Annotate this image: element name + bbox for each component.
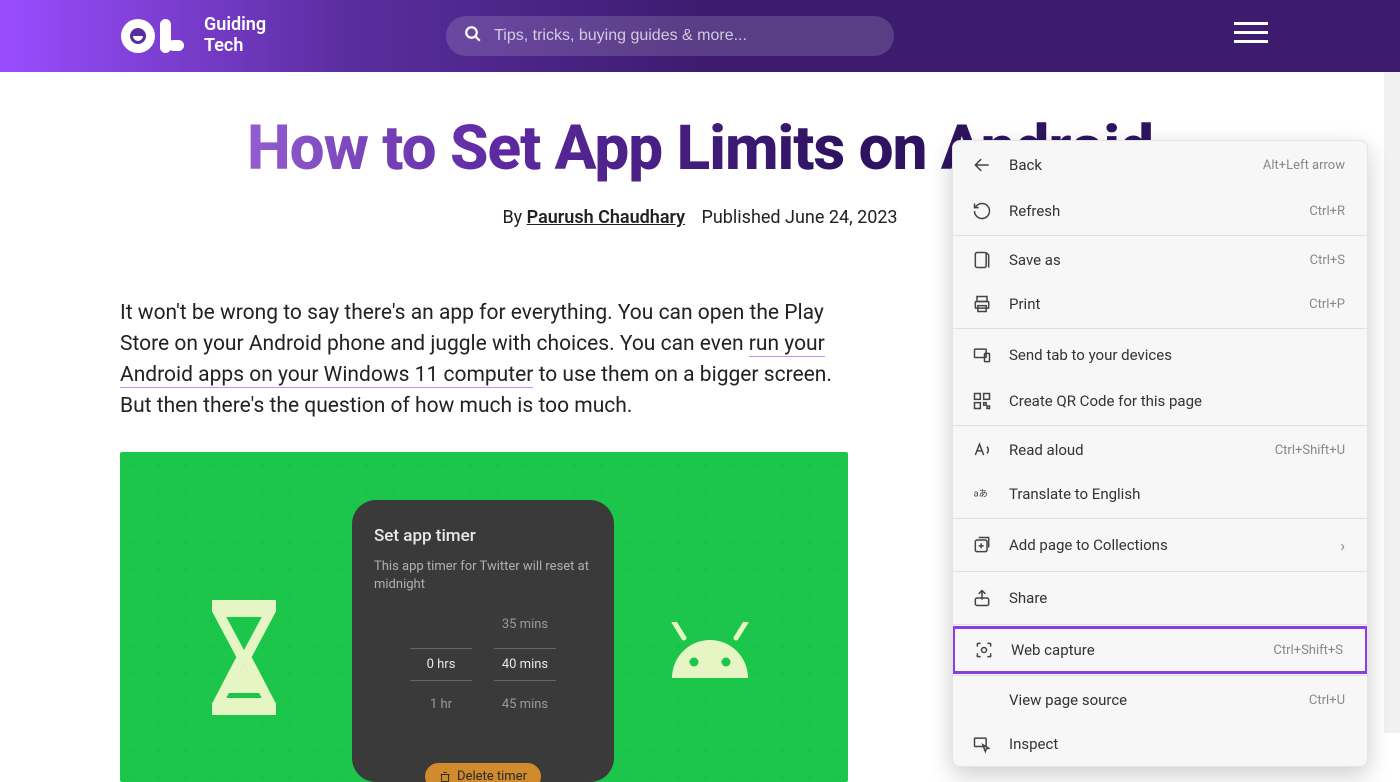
- menu-label: Send tab to your devices: [1009, 346, 1345, 364]
- menu-label: Back: [1009, 156, 1263, 174]
- brand-line2: Tech: [204, 36, 266, 57]
- inspect-icon: [971, 733, 993, 755]
- menu-label: Inspect: [1009, 735, 1345, 753]
- menu-back[interactable]: Back Alt+Left arrow: [953, 141, 1367, 189]
- menu-label: Add page to Collections: [1009, 536, 1340, 554]
- menu-refresh[interactable]: Refresh Ctrl+R: [953, 189, 1367, 233]
- menu-shortcut: Ctrl+S: [1310, 253, 1345, 268]
- search-icon: [464, 25, 482, 47]
- logo-icon: [120, 14, 190, 58]
- menu-shortcut: Ctrl+U: [1309, 693, 1345, 708]
- delete-timer-button: Delete timer: [425, 763, 541, 782]
- menu-shortcut: Ctrl+Shift+U: [1275, 443, 1345, 458]
- menu-separator: [953, 518, 1367, 519]
- delete-timer-label: Delete timer: [457, 769, 527, 782]
- picker-value: 45 mins: [494, 697, 556, 712]
- web-capture-icon: [973, 639, 995, 661]
- menu-label: Web capture: [1011, 641, 1273, 659]
- site-header: Guiding Tech: [0, 0, 1400, 72]
- android-icon: [664, 622, 756, 686]
- menu-web-capture[interactable]: Web capture Ctrl+Shift+S: [952, 626, 1368, 674]
- menu-label: Refresh: [1009, 202, 1309, 220]
- brand-line1: Guiding: [204, 15, 266, 36]
- menu-separator: [953, 675, 1367, 676]
- menu-qr-code[interactable]: Create QR Code for this page: [953, 379, 1367, 423]
- menu-saveas[interactable]: Save as Ctrl+S: [953, 238, 1367, 282]
- menu-separator: [953, 425, 1367, 426]
- back-icon: [971, 154, 993, 176]
- menu-view-source[interactable]: View page source Ctrl+U: [953, 678, 1367, 722]
- refresh-icon: [971, 200, 993, 222]
- menu-send-tab[interactable]: Send tab to your devices: [953, 331, 1367, 379]
- menu-print[interactable]: Print Ctrl+P: [953, 282, 1367, 326]
- blank-icon: [971, 689, 993, 711]
- menu-read-aloud[interactable]: Read aloud Ctrl+Shift+U: [953, 428, 1367, 472]
- menu-label: Save as: [1009, 251, 1310, 269]
- chevron-right-icon: ›: [1340, 536, 1345, 555]
- menu-separator: [953, 571, 1367, 572]
- menu-collections[interactable]: Add page to Collections ›: [953, 521, 1367, 569]
- menu-separator: [953, 235, 1367, 236]
- menu-label: Print: [1009, 295, 1309, 313]
- picker-value: 0 hrs: [410, 648, 472, 681]
- phone-dialog: Set app timer This app timer for Twitter…: [352, 500, 614, 782]
- translate-icon: aあ: [971, 483, 993, 505]
- picker-value: 35 mins: [494, 617, 556, 632]
- published-date: Published June 24, 2023: [702, 207, 898, 228]
- menu-translate[interactable]: aあ Translate to English: [953, 472, 1367, 516]
- menu-separator: [953, 624, 1367, 625]
- context-menu: Back Alt+Left arrow Refresh Ctrl+R Save …: [952, 140, 1368, 767]
- article-body: It won't be wrong to say there's an app …: [120, 298, 848, 422]
- share-icon: [971, 587, 993, 609]
- menu-label: Read aloud: [1009, 441, 1275, 459]
- brand-text: Guiding Tech: [204, 15, 266, 56]
- picker-value: 1 hr: [410, 697, 472, 712]
- svg-text:aあ: aあ: [974, 489, 988, 500]
- menu-share[interactable]: Share: [953, 574, 1367, 622]
- logo[interactable]: Guiding Tech: [120, 14, 266, 58]
- save-icon: [971, 249, 993, 271]
- menu-shortcut: Ctrl+Shift+S: [1273, 643, 1343, 658]
- menu-shortcut: Alt+Left arrow: [1263, 158, 1345, 173]
- menu-label: Translate to English: [1009, 485, 1345, 503]
- print-icon: [971, 293, 993, 315]
- author-link[interactable]: Paurush Chaudhary: [527, 207, 685, 228]
- menu-button[interactable]: [1234, 22, 1268, 43]
- menu-label: View page source: [1009, 691, 1309, 709]
- dialog-subtitle: This app timer for Twitter will reset at…: [374, 558, 592, 593]
- menu-shortcut: Ctrl+R: [1309, 204, 1345, 219]
- collections-icon: [971, 534, 993, 556]
- picker-value: 40 mins: [494, 648, 556, 681]
- menu-separator: [953, 328, 1367, 329]
- menu-label: Share: [1009, 589, 1345, 607]
- byline-by: By: [502, 207, 522, 228]
- menu-shortcut: Ctrl+P: [1309, 297, 1345, 312]
- search-input[interactable]: [494, 27, 876, 45]
- read-aloud-icon: [971, 439, 993, 461]
- qr-icon: [971, 390, 993, 412]
- para-text: It won't be wrong to say there's an app …: [120, 301, 824, 356]
- dialog-title: Set app timer: [374, 526, 592, 546]
- hourglass-icon: [212, 600, 276, 715]
- search-bar[interactable]: [446, 16, 894, 56]
- menu-inspect[interactable]: Inspect: [953, 722, 1367, 766]
- devices-icon: [971, 344, 993, 366]
- menu-label: Create QR Code for this page: [1009, 392, 1345, 410]
